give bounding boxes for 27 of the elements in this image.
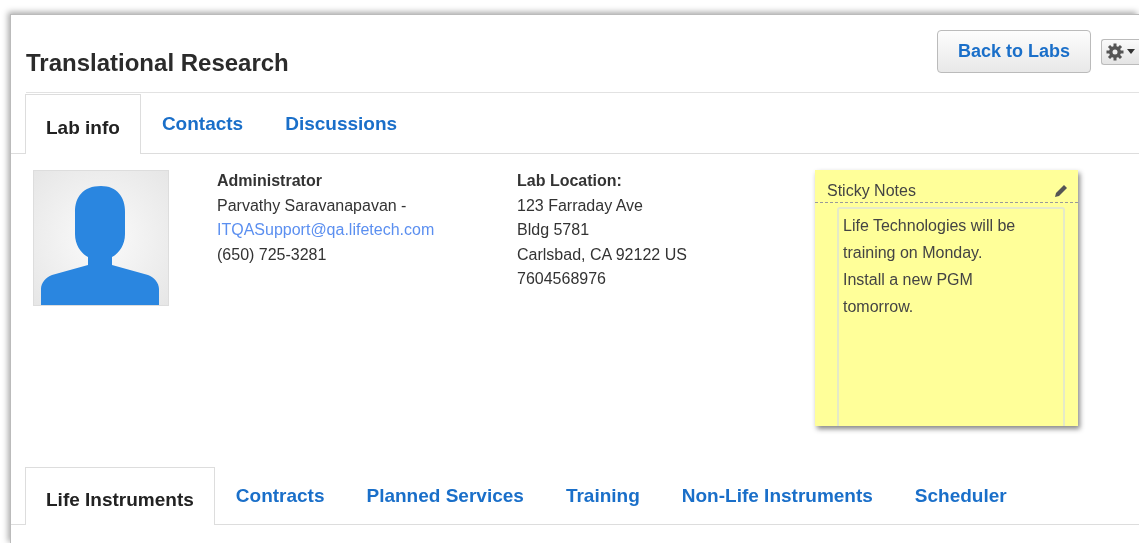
back-button[interactable]: Back to Labs <box>936 30 1091 73</box>
settings-icon <box>1106 42 1124 61</box>
tab[interactable]: Scheduler <box>893 466 1028 525</box>
tab[interactable]: Contacts <box>140 93 265 154</box>
settings-menu-button[interactable] <box>1101 38 1139 65</box>
tab[interactable]: Contracts <box>214 466 346 525</box>
tab[interactable]: Non-Life Instruments <box>660 466 894 525</box>
pencil-icon[interactable] <box>1054 184 1068 198</box>
address-line: 123 Farraday Ave <box>517 195 644 216</box>
phone-number: (650) 725-3281 <box>217 244 328 265</box>
note-title: Sticky Notes <box>827 182 916 200</box>
address-line: 7604568976 <box>517 269 607 289</box>
tab[interactable]: Lab info <box>25 94 141 154</box>
admin-name: Parvathy Saravanapavan - <box>217 195 408 216</box>
address-line: Carlsbad, CA 92122 US <box>517 244 688 265</box>
email-link[interactable]: ITQASupport@qa.lifetech.com <box>217 218 517 243</box>
tab[interactable]: Training <box>544 466 661 525</box>
tab[interactable]: Planned Services <box>345 466 545 525</box>
note-text-area[interactable]: Life Technologies will be training on Monday. Install a new PGM tomorrow. <box>837 207 1065 426</box>
tab[interactable]: Life Instruments <box>25 467 215 525</box>
page-title: Translational Research <box>26 48 289 77</box>
section-heading: Administrator <box>217 171 323 191</box>
avatar-icon <box>33 170 169 306</box>
address-line: Bldg 5781 <box>517 220 591 240</box>
tab[interactable]: Discussions <box>264 93 419 154</box>
caret-icon <box>1127 48 1135 55</box>
section-heading: Lab Location: <box>517 171 623 191</box>
